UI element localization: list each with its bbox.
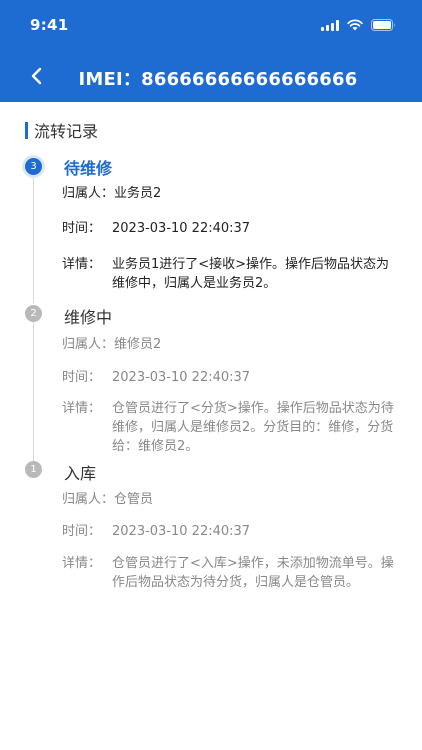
- record-status: 入库: [64, 464, 97, 483]
- owner-value: 仓管员: [114, 492, 154, 507]
- time-label: 时间：: [62, 524, 102, 539]
- record-status: 维修中: [64, 308, 113, 327]
- owner-label: 归属人：: [62, 492, 115, 507]
- step-number-badge: 3: [25, 158, 42, 175]
- detail-label: 详情：: [62, 401, 102, 416]
- timeline-connector: [33, 175, 34, 303]
- detail-value: 仓管员进行了<入库>操作，未添加物流单号。操作后物品状态为待分货，归属人是仓管员…: [112, 556, 394, 590]
- detail-label: 详情：: [62, 556, 102, 571]
- detail-label: 详情：: [62, 257, 102, 272]
- owner-label: 归属人：: [62, 337, 115, 352]
- time-value: 2023-03-10 22:40:37: [112, 221, 251, 236]
- step-number-badge: 1: [25, 461, 42, 478]
- time-value: 2023-03-10 22:40:37: [112, 524, 251, 539]
- owner-value: 维修员2: [114, 337, 162, 352]
- timeline-connector: [33, 322, 34, 461]
- step-number-badge: 2: [25, 305, 42, 322]
- detail-value: 仓管员进行了<分货>操作。操作后物品状态为待维修，归属人是维修员2。分货目的：维…: [112, 401, 394, 454]
- detail-value: 业务员1进行了<接收>操作。操作后物品状态为维修中，归属人是业务员2。: [112, 257, 390, 291]
- owner-value: 业务员2: [114, 186, 162, 201]
- record-status: 待维修: [64, 159, 113, 178]
- time-value: 2023-03-10 22:40:37: [112, 370, 251, 385]
- owner-label: 归属人：: [62, 186, 115, 201]
- time-label: 时间：: [62, 221, 102, 236]
- transfer-timeline: 3 待维修 归属人： 业务员2 时间： 2023-03-10 22:40:37 …: [0, 0, 422, 750]
- time-label: 时间：: [62, 370, 102, 385]
